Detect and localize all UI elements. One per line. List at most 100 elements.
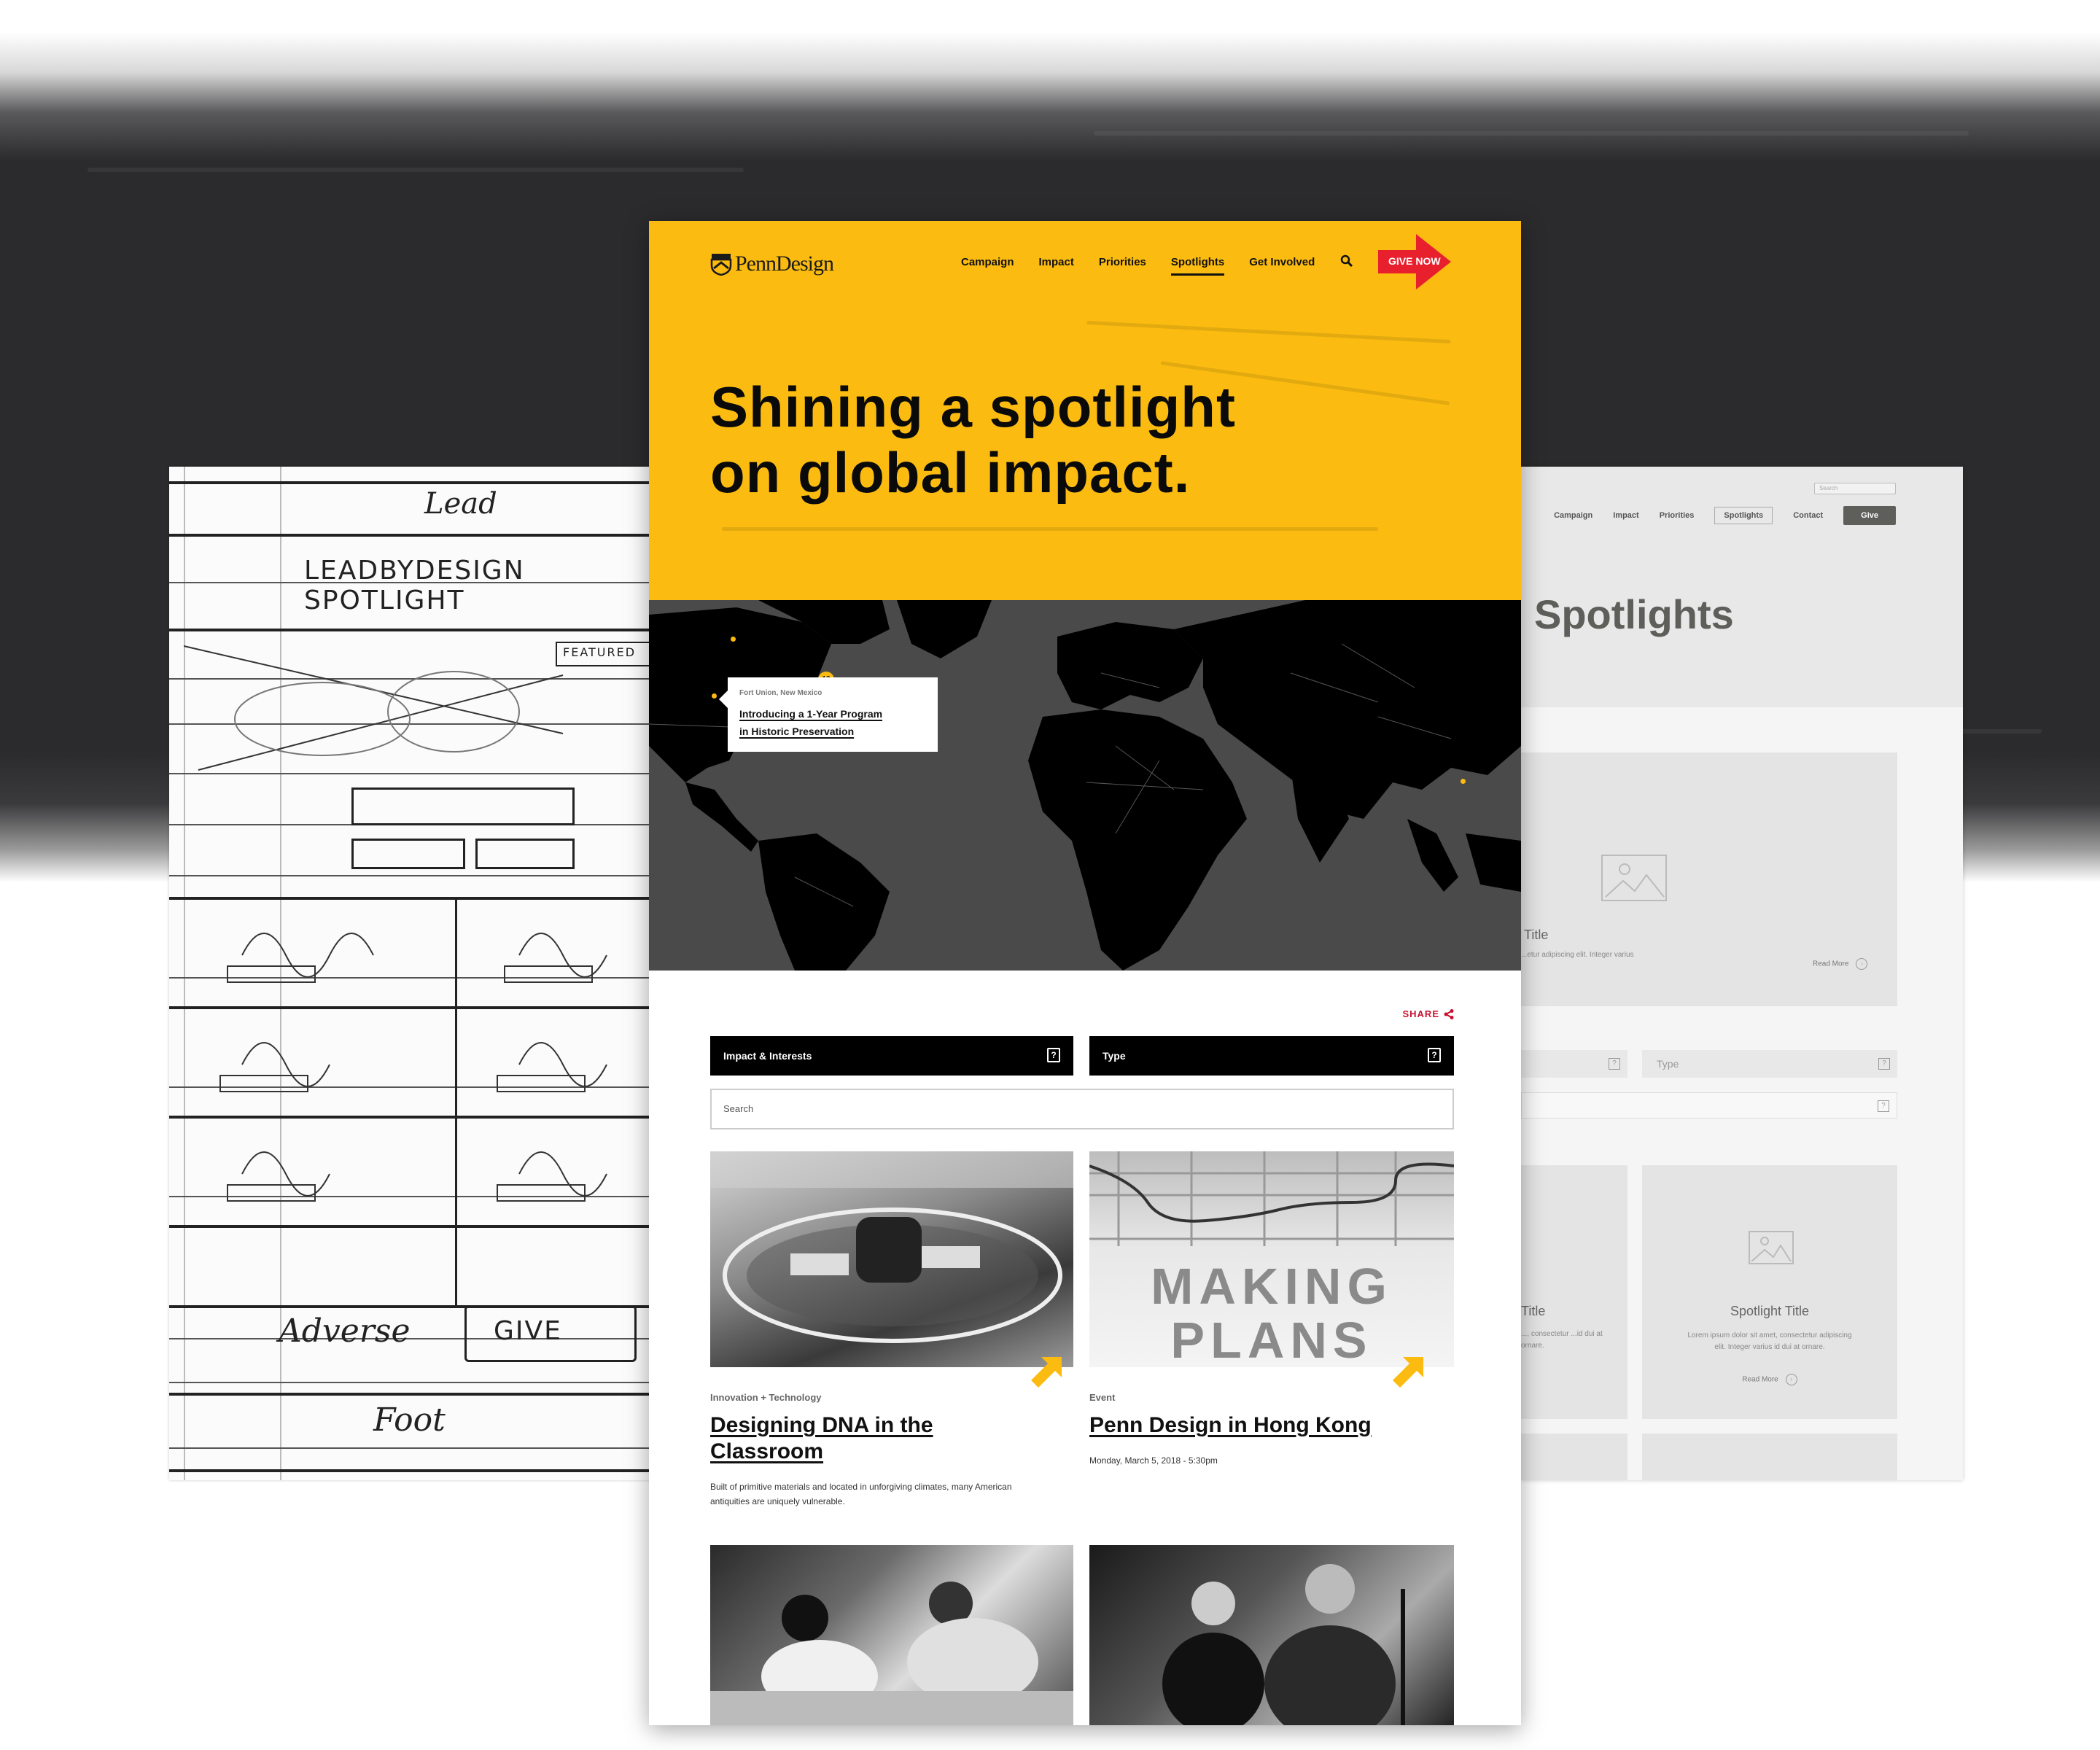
map-callout[interactable]: Fort Union, New Mexico Introducing a 1-Y… xyxy=(719,677,938,752)
search-icon[interactable] xyxy=(1340,254,1353,268)
wireframe-featured-title: Title xyxy=(1524,928,1549,942)
wireframe-search-field[interactable]: ? xyxy=(1521,1092,1897,1119)
sketch-dropdown-box xyxy=(475,839,575,869)
read-more-label: Read More xyxy=(1742,1375,1778,1384)
wireframe-nav: Campaign Impact Priorities Spotlights Co… xyxy=(1554,506,1896,525)
headline-line-1: Shining a spotlight xyxy=(710,375,1236,439)
share-label: SHARE xyxy=(1402,1008,1439,1019)
nav-get-involved[interactable]: Get Involved xyxy=(1249,256,1315,276)
read-more-label: Read More xyxy=(1813,960,1849,968)
wireframe-card[interactable]: Title ..., consectetur ...id dui at orna… xyxy=(1521,1165,1628,1419)
card-title-link[interactable]: Designing DNA in the Classroom xyxy=(710,1412,1002,1465)
nav-spotlights[interactable]: Spotlights xyxy=(1170,256,1225,276)
map-pin[interactable] xyxy=(1461,779,1466,784)
sketch-wireframe: Lead LEADBYDESIGN SPOTLIGHT FEATURED Adv… xyxy=(169,467,682,1480)
card-image-panel-discussion[interactable] xyxy=(1089,1545,1454,1725)
map-pin[interactable] xyxy=(712,693,717,699)
callout-title-line-2: in Historic Preservation xyxy=(739,726,855,737)
nav-priorities[interactable]: Priorities xyxy=(1099,256,1146,276)
hero-headline: Shining a spotlight on global impact. xyxy=(710,374,1236,505)
sketch-rule xyxy=(169,773,680,774)
sketch-dropdown-box xyxy=(351,839,465,869)
brush-streak xyxy=(88,168,744,172)
sketch-card-grid xyxy=(219,933,607,1202)
filter-impact-interests[interactable]: Impact & Interests ? xyxy=(710,1036,1073,1076)
filter-label: Impact & Interests xyxy=(723,1050,812,1062)
hero-texture xyxy=(1086,320,1451,344)
sketch-give-label: GIVE xyxy=(494,1316,562,1346)
nav-campaign[interactable]: Campaign xyxy=(961,256,1014,276)
city-plan-image xyxy=(1089,1151,1454,1246)
share-icon xyxy=(1444,1008,1454,1019)
wireframe-filter-type[interactable]: Type? xyxy=(1642,1050,1897,1078)
penndesign-logo[interactable]: PennDesign xyxy=(710,252,834,276)
sketch-rule xyxy=(169,897,680,900)
people-photo xyxy=(710,1582,1073,1725)
map-pin[interactable] xyxy=(731,637,736,642)
wireframe-filter-first[interactable]: ? xyxy=(1521,1050,1628,1078)
sketch-margin-line xyxy=(184,467,185,1480)
sketch-rule xyxy=(169,1225,680,1228)
help-icon: ? xyxy=(1878,1058,1890,1070)
chevron-right-circle-icon: › xyxy=(1856,958,1868,970)
share-button[interactable]: SHARE xyxy=(1402,1008,1454,1019)
lab-equipment-photo xyxy=(710,1151,1073,1343)
sketch-rule xyxy=(169,534,680,537)
wireframe-nav-spotlights[interactable]: Spotlights xyxy=(1714,507,1773,524)
wireframe-read-more-link[interactable]: Read More › xyxy=(1813,958,1868,970)
digital-wireframe: Search Campaign Impact Priorities Spotli… xyxy=(1521,467,1963,1480)
wireframe-read-more-link[interactable]: Read More › xyxy=(1642,1374,1897,1385)
wireframe-page-title: Spotlights xyxy=(1534,591,1734,637)
panel-photo xyxy=(1162,1564,1405,1725)
logo-text: PennDesign xyxy=(735,252,834,276)
main-nav: Campaign Impact Priorities Spotlights Ge… xyxy=(961,256,1315,276)
nav-impact[interactable]: Impact xyxy=(1039,256,1074,276)
sketch-hero-placeholder xyxy=(184,645,564,771)
arrow-up-right-icon xyxy=(1393,1357,1423,1388)
card-title-link[interactable]: Penn Design in Hong Kong xyxy=(1089,1412,1454,1439)
sketch-rule xyxy=(169,1469,680,1472)
wireframe-search-input[interactable]: Search xyxy=(1814,483,1896,494)
image-text-line-1: MAKING xyxy=(1151,1258,1393,1315)
wireframe-card[interactable]: Spotlight Title Lorem ipsum dolor sit am… xyxy=(1642,1165,1897,1419)
brush-streak xyxy=(1094,131,1969,136)
wireframe-featured-card[interactable]: Title ...etur adipiscing elit. Integer v… xyxy=(1521,752,1897,1006)
card-image-dna[interactable] xyxy=(710,1151,1073,1367)
world-map-land xyxy=(649,600,1521,971)
callout-title-link[interactable]: Introducing a 1-Year Program in Historic… xyxy=(739,705,882,740)
sketch-rule xyxy=(169,1447,680,1449)
wireframe-card xyxy=(1642,1434,1897,1480)
wireframe-nav-contact[interactable]: Contact xyxy=(1793,511,1823,520)
search-input[interactable]: Search xyxy=(710,1089,1454,1129)
sketch-rule xyxy=(169,1393,680,1396)
help-icon: ? xyxy=(1428,1048,1441,1062)
penn-shield-icon xyxy=(710,254,732,276)
wireframe-nav-campaign[interactable]: Campaign xyxy=(1554,511,1592,520)
card-description: Built of primitive materials and located… xyxy=(710,1482,1012,1506)
wireframe-give-button[interactable]: Give xyxy=(1843,506,1896,525)
card-image-people-working[interactable] xyxy=(710,1545,1073,1725)
headline-line-2: on global impact. xyxy=(710,440,1191,505)
callout-title-line-1: Introducing a 1-Year Program xyxy=(739,708,883,720)
help-icon: ? xyxy=(1609,1058,1620,1070)
card-category: Innovation + Technology xyxy=(710,1392,822,1403)
wireframe-card-title: Spotlight Title xyxy=(1730,1304,1810,1318)
filter-type[interactable]: Type ? xyxy=(1089,1036,1454,1076)
sketch-rule xyxy=(169,875,680,876)
wireframe-nav-priorities[interactable]: Priorities xyxy=(1660,511,1695,520)
help-icon: ? xyxy=(1878,1100,1889,1112)
help-icon: ? xyxy=(1047,1048,1060,1062)
card-date: Monday, March 5, 2018 - 5:30pm xyxy=(1089,1455,1218,1466)
sketch-search-box xyxy=(351,788,575,825)
give-now-button[interactable]: GIVE NOW xyxy=(1378,228,1460,295)
card-image-making-plans[interactable]: MAKING PLANS xyxy=(1089,1151,1454,1367)
hero-section: PennDesign Campaign Impact Priorities Sp… xyxy=(649,221,1521,615)
arrow-up-right-icon xyxy=(1031,1357,1062,1388)
wireframe-nav-impact[interactable]: Impact xyxy=(1613,511,1638,520)
callout-location: Fort Union, New Mexico xyxy=(739,689,822,697)
wireframe-card-title: Title xyxy=(1521,1304,1546,1318)
wireframe-card-desc: Lorem ipsum dolor sit amet, consectetur … xyxy=(1687,1331,1852,1351)
world-map[interactable]: 13 Fort Union, New Mexico Introducing a … xyxy=(649,600,1521,971)
image-placeholder-icon xyxy=(1749,1231,1794,1264)
wireframe-featured-desc: ...etur adipiscing elit. Integer varius xyxy=(1521,951,1634,959)
